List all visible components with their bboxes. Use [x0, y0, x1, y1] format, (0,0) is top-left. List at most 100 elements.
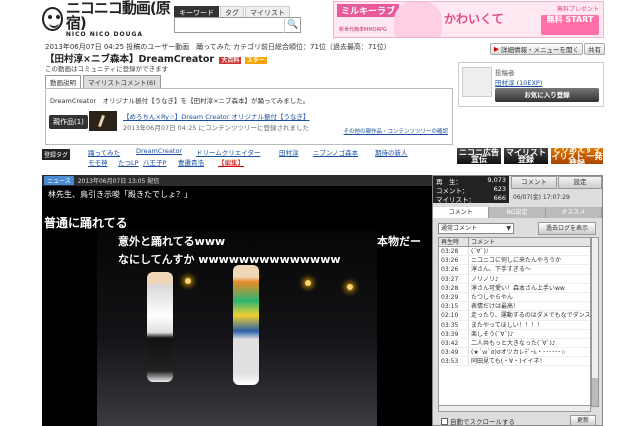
col-time-header[interactable]: 再生時 [439, 238, 469, 246]
description-panel: DreamCreator オリジナル振付【うなぎ】を【田村淳×ニブ森本】が踊って… [45, 88, 453, 145]
news-label[interactable]: ニュース [44, 176, 74, 185]
quick-mylist-button[interactable]: とりあえずマイリスト 一発登録 [551, 145, 603, 167]
tag-link[interactable]: 曹遷貴浩 [178, 157, 204, 167]
danmaku-comment: 本物だー [377, 235, 421, 248]
comment-text: (´∀`)ﾉ [471, 248, 489, 255]
share-button[interactable]: 共有 [584, 43, 605, 55]
comment-row[interactable]: 03:53 同田見ても(・∀・)イイネ！ [439, 357, 590, 367]
tag-link[interactable]: 踊ってみた [88, 147, 120, 157]
comment-row[interactable]: 03:49 (★´ｗ`σ)σオツカレﾃﾞｰﾑ・･･････☆ [439, 348, 590, 358]
detail-menu-button[interactable]: ▶ 詳細情報・メニューを開く [490, 43, 583, 55]
comment-row[interactable]: 03:39 楽しそう(´∀`)♪ [439, 329, 590, 339]
comment-text: たつしやらやん [471, 293, 513, 301]
tag-edit-link[interactable]: 【編集】 [218, 157, 244, 167]
current-datetime: 06/07(金) 17:07:29 [513, 194, 570, 201]
tag-link[interactable]: ニブンノゴ森本 [313, 147, 358, 157]
comment-time: 03:42 [439, 338, 469, 348]
tag-link[interactable]: たつLP [118, 157, 139, 167]
refresh-button[interactable]: 更新 [570, 415, 596, 426]
tag-link[interactable]: 田村淳 [279, 147, 299, 157]
comment-text: またやってほしい！！！！ [471, 321, 543, 329]
comment-row[interactable]: 03:28 淳さん可愛い！森本さん上手いww [439, 283, 590, 293]
tag-link[interactable]: 八王子P [143, 157, 166, 167]
autoscroll-toggle[interactable]: 自動でスクロールする [441, 416, 515, 426]
description-tabs: 動画説明 マイリストコメント(6) [45, 75, 161, 88]
uploader-name[interactable]: 田村淳 (10EXP) [495, 77, 542, 87]
comment-count: コメント： 623 [433, 185, 509, 195]
past-log-button[interactable]: 過去ログを表示 [538, 222, 596, 235]
autoscroll-checkbox[interactable] [441, 417, 448, 425]
settings-button[interactable]: 設定 [558, 176, 602, 189]
scrollbar-thumb[interactable] [592, 378, 598, 406]
site-logo[interactable]: ニコニコ動画(原宿) NICO NICO DOUGA [42, 0, 171, 38]
dancer-right [233, 265, 259, 385]
senden-button[interactable]: ニコニ広告 宣伝 [457, 148, 501, 164]
parent-thumbnail[interactable] [89, 111, 117, 131]
col-text-header[interactable]: コメント [469, 238, 495, 246]
comment-text: 楽しそう(´∀`)♪ [471, 330, 514, 338]
triangle-icon: ▶ [494, 45, 499, 53]
ad-start-button[interactable]: 無料 START [541, 15, 599, 35]
comment-time: 03:15 [439, 302, 469, 311]
comment-toggle-button[interactable]: コメント [511, 176, 557, 189]
comment-hscrollbar[interactable] [438, 405, 591, 412]
tab-comment[interactable]: コメント [433, 207, 490, 218]
description-text: DreamCreator オリジナル振付【うなぎ】を【田村淳×ニブ森本】が踊って… [50, 97, 310, 105]
autoscroll-label: 自動でスクロールする [450, 418, 515, 426]
favorite-button[interactable]: お気に入り登録 [495, 88, 599, 102]
comment-scrollbar[interactable] [591, 237, 599, 407]
comment-side-panel: 再 生： 9,073 コメント： 623 マイリスト： 666 コメント 設定 06/… [432, 175, 603, 426]
content-tree-link[interactable]: その他の親作品・コンテンツツリーの確認 [343, 127, 448, 135]
news-ticker[interactable]: 林先生、鳥引き示唆「殿きたでしょ？」 [42, 186, 432, 203]
comment-text: 淳さん可愛い！森本さん上手いww [471, 284, 565, 292]
comment-row[interactable]: 02:10 走ったり、運動するのはダメでもなでダンスは [439, 311, 590, 321]
video-player[interactable]: ニュース 2013年06月07日 13:05 配信 林先生、鳥引き示唆「殿きたで… [42, 175, 432, 426]
comment-list-header: 再生時 コメント [439, 238, 590, 247]
comment-time: 03:49 [439, 348, 469, 357]
tab-mylist-comments[interactable]: マイリストコメント(6) [83, 75, 161, 88]
comment-row[interactable]: 03:29 たつしやらやん [439, 292, 590, 303]
comment-row[interactable]: 03:35 またやってほしい！！！！ [439, 320, 590, 330]
search-input[interactable] [174, 17, 301, 33]
tag-link[interactable]: 期待の新人 [375, 147, 408, 157]
comment-time: 03:26 [439, 265, 469, 274]
search-icon[interactable]: 🔍 [284, 17, 301, 33]
comment-row[interactable]: 03:15 表情だけは最高！ [439, 302, 590, 312]
news-bar: ニュース 2013年06月07日 13:05 配信 [42, 175, 432, 186]
chevron-down-icon: ▼ [506, 225, 511, 232]
news-date: 2013年06月07日 13:05 配信 [77, 178, 160, 185]
comment-row[interactable]: 03:28 (´∀`)ﾉ [439, 247, 590, 257]
comment-row[interactable]: 03:42 二人共もっと大きなった(´∀`)♪ [439, 338, 590, 349]
comment-row[interactable]: 03:26 ニコニコに何しに来たんやろうか [439, 256, 590, 266]
ad-character-image [394, 2, 442, 37]
danmaku-comment: 意外と踊れてるwww [118, 235, 226, 248]
comment-tabs: コメント NG設定 オススメ [433, 207, 602, 218]
comment-row[interactable]: 03:27 ノリノリ♪ [439, 274, 590, 284]
detail-menu-label: 詳細情報・メニューを開く [501, 46, 579, 54]
comment-text: 同田見ても(・∀・)イイネ！ [471, 358, 546, 366]
comment-text: 表情だけは最高！ [471, 303, 520, 311]
star-badge[interactable]: スター [244, 57, 267, 64]
tab-description[interactable]: 動画説明 [45, 75, 81, 88]
tag-link[interactable]: モモ神 [88, 157, 108, 167]
comment-type-select[interactable]: 通常コメント ▼ [438, 223, 514, 234]
parent-work-link[interactable]: 【めろちん×Ry☆】Dream Creator オリジナル振付【うなぎ】 [123, 111, 310, 121]
comment-time: 03:29 [439, 292, 469, 302]
parent-works-button[interactable]: 親作品(1) [49, 115, 88, 129]
comment-row[interactable]: 03:26 淳さん、下手すぎる〜 [439, 265, 590, 275]
tab-ng-settings[interactable]: NG設定 [489, 207, 546, 218]
avatar[interactable] [462, 67, 492, 97]
view-count: 再 生： 9,073 [433, 176, 509, 186]
mylist-register-button[interactable]: マイリスト登録 [504, 148, 548, 164]
tag-link[interactable]: DreamCreator [136, 147, 182, 155]
comment-list[interactable]: 再生時 コメント 03:28 (´∀`)ﾉ 03:26 ニコニコに何しに来たんやろうか… [438, 237, 591, 407]
ad-banner[interactable]: ミルキーラブ 新世代簡単MMORPG かわいくて 無料プレゼント 無料 STAR… [333, 1, 604, 38]
comment-text: (★´ｗ`σ)σオツカレﾃﾞｰﾑ・･･････☆ [471, 349, 567, 357]
dictionary-badge[interactable]: 大百科 [219, 57, 242, 64]
tag-link[interactable]: ドリームクリエイター [196, 147, 261, 157]
tag-area: 登録タグ 踊ってみた モモ神 たつLP 八王子P 曹遷貴浩 【編集】 Dream… [42, 147, 454, 171]
comment-text: 二人共もっと大きなった(´∀`)♪ [471, 339, 556, 347]
ad-title: ミルキーラブ [337, 4, 400, 17]
tags-label: 登録タグ [42, 149, 71, 160]
tab-recommend[interactable]: オススメ [545, 207, 602, 218]
